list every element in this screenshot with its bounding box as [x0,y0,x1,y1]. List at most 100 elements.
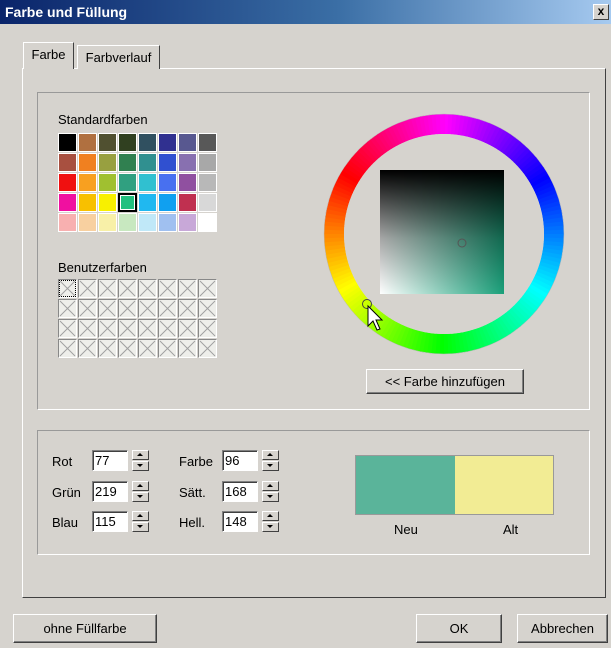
custom-color-slot[interactable] [118,299,137,318]
custom-color-slot[interactable] [138,279,157,298]
custom-color-slot[interactable] [118,279,137,298]
custom-color-slot[interactable] [78,299,97,318]
custom-color-slot[interactable] [118,319,137,338]
spin-down-icon[interactable] [262,492,279,502]
spin-up-icon[interactable] [132,481,149,491]
hue-input[interactable]: 96 [222,450,258,471]
color-swatch[interactable] [58,153,77,172]
green-input[interactable]: 219 [92,481,128,502]
color-swatch[interactable] [78,173,97,192]
color-swatch[interactable] [78,133,97,152]
no-fill-button[interactable]: ohne Füllfarbe [13,614,157,643]
color-swatch[interactable] [158,153,177,172]
custom-color-slot[interactable] [178,319,197,338]
color-swatch[interactable] [58,193,77,212]
color-wheel[interactable] [320,110,568,358]
custom-color-slot[interactable] [58,279,77,298]
color-swatch[interactable] [158,173,177,192]
spin-down-icon[interactable] [262,522,279,532]
color-swatch[interactable] [58,133,77,152]
add-color-button[interactable]: << Farbe hinzufügen [366,369,524,394]
custom-color-slot[interactable] [78,339,97,358]
saturation-stepper[interactable] [262,481,279,502]
color-swatch[interactable] [118,193,137,212]
cancel-button[interactable]: Abbrechen [517,614,608,643]
blue-input[interactable]: 115 [92,511,128,532]
custom-color-slot[interactable] [178,299,197,318]
custom-color-slot[interactable] [98,279,117,298]
spin-down-icon[interactable] [132,461,149,471]
saturation-square[interactable] [380,170,504,294]
color-swatch[interactable] [138,213,157,232]
close-button[interactable]: x [593,4,609,20]
color-swatch[interactable] [198,173,217,192]
color-swatch[interactable] [118,153,137,172]
color-swatch[interactable] [178,173,197,192]
color-swatch[interactable] [198,153,217,172]
color-swatch[interactable] [138,193,157,212]
color-swatch[interactable] [198,193,217,212]
tab-farbe[interactable]: Farbe [23,42,74,69]
custom-color-slot[interactable] [98,319,117,338]
color-swatch[interactable] [98,193,117,212]
custom-color-slot[interactable] [178,279,197,298]
red-stepper[interactable] [132,450,149,471]
color-swatch[interactable] [158,133,177,152]
ok-button[interactable]: OK [416,614,502,643]
custom-color-slot[interactable] [158,319,177,338]
color-swatch[interactable] [198,133,217,152]
color-swatch[interactable] [138,173,157,192]
custom-color-slot[interactable] [178,339,197,358]
color-swatch[interactable] [78,193,97,212]
custom-color-slot[interactable] [138,319,157,338]
custom-color-slot[interactable] [78,319,97,338]
color-swatch[interactable] [58,213,77,232]
color-swatch[interactable] [58,173,77,192]
spin-down-icon[interactable] [132,492,149,502]
custom-color-slot[interactable] [158,279,177,298]
color-swatch[interactable] [178,193,197,212]
custom-color-slot[interactable] [98,299,117,318]
custom-color-slot[interactable] [138,299,157,318]
color-swatch[interactable] [158,213,177,232]
custom-color-slot[interactable] [198,319,217,338]
color-swatch[interactable] [118,133,137,152]
color-swatch[interactable] [78,213,97,232]
spin-up-icon[interactable] [262,511,279,521]
custom-color-slot[interactable] [198,339,217,358]
red-input[interactable]: 77 [92,450,128,471]
blue-stepper[interactable] [132,511,149,532]
custom-color-slot[interactable] [58,299,77,318]
custom-color-slot[interactable] [118,339,137,358]
color-swatch[interactable] [118,173,137,192]
custom-color-slot[interactable] [98,339,117,358]
color-swatch[interactable] [178,153,197,172]
color-swatch[interactable] [118,213,137,232]
color-swatch[interactable] [138,153,157,172]
luminance-input[interactable]: 148 [222,511,258,532]
color-swatch[interactable] [178,133,197,152]
hue-stepper[interactable] [262,450,279,471]
custom-color-slot[interactable] [58,339,77,358]
custom-color-slot[interactable] [78,279,97,298]
color-swatch[interactable] [98,213,117,232]
color-swatch[interactable] [98,153,117,172]
color-swatch[interactable] [138,133,157,152]
custom-color-slot[interactable] [138,339,157,358]
color-swatch[interactable] [158,193,177,212]
green-stepper[interactable] [132,481,149,502]
custom-color-slot[interactable] [198,279,217,298]
custom-color-slot[interactable] [158,299,177,318]
color-swatch[interactable] [78,153,97,172]
spin-up-icon[interactable] [132,450,149,460]
color-swatch[interactable] [98,173,117,192]
spin-up-icon[interactable] [262,450,279,460]
saturation-input[interactable]: 168 [222,481,258,502]
custom-color-slot[interactable] [58,319,77,338]
spin-up-icon[interactable] [132,511,149,521]
spin-down-icon[interactable] [132,522,149,532]
spin-down-icon[interactable] [262,461,279,471]
luminance-stepper[interactable] [262,511,279,532]
color-swatch[interactable] [178,213,197,232]
tab-farbverlauf[interactable]: Farbverlauf [77,45,160,69]
